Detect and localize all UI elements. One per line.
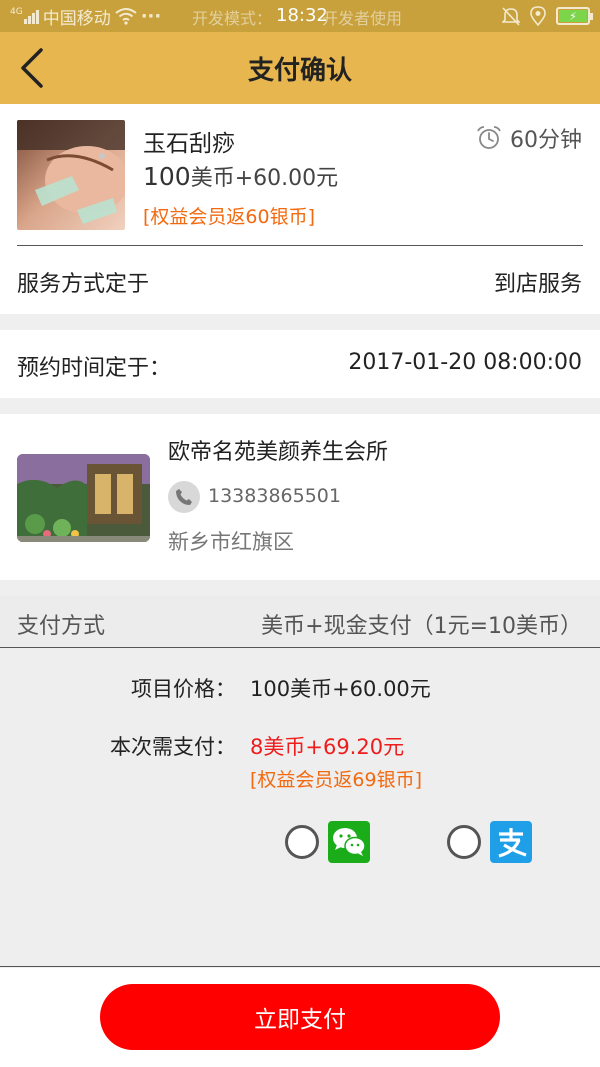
status-right: ⚡: [502, 0, 593, 32]
status-bar: 4G 中国移动 ··· 开发模式： 18:32 开发者使用 ⚡: [0, 0, 600, 32]
dev-use-label: 开发者使用: [322, 9, 403, 28]
network-badge: 4G: [10, 7, 23, 17]
service-price-rest: 美币+60.00元: [190, 166, 339, 191]
shop-card[interactable]: 欧帝名苑美颜养生会所 13383865501 新乡市红旗区: [0, 414, 600, 580]
payment-detail: 项目价格： 100美币+60.00元 本次需支付： 8美币+69.20元 [权益…: [0, 649, 600, 967]
battery-icon: ⚡: [556, 7, 593, 25]
service-duration-text: 60分钟: [510, 128, 582, 153]
page-title: 支付确认: [247, 55, 352, 86]
nav-header: 支付确认: [0, 32, 600, 104]
amount-due-value: 8美币+69.20元: [250, 735, 405, 759]
alarm-clock-icon: [477, 126, 501, 149]
service-price: 100美币+60.00元: [143, 160, 338, 192]
location-icon: [530, 6, 546, 26]
amount-due-rebate: [权益会员返69银币]: [250, 769, 423, 791]
bottom-bar: 立即支付: [0, 968, 600, 1067]
dev-mode-label: 开发模式：: [192, 9, 273, 28]
shop-phone[interactable]: 13383865501: [208, 485, 341, 507]
service-method-label: 服务方式定于: [17, 272, 150, 297]
divider: [17, 245, 583, 246]
item-price-value: 100美币+60.00元: [250, 677, 431, 701]
carrier-name: 中国移动: [42, 8, 111, 29]
signal-icon: 4G: [10, 8, 39, 24]
service-card: 玉石刮痧 60分钟 100美币+60.00元 [权益会员返60银币] 服务方式定…: [0, 104, 600, 314]
appointment-row[interactable]: 预约时间定于： 2017-01-20 08:00:00: [0, 330, 600, 398]
mute-bell-icon: [502, 7, 520, 26]
service-price-number: 100: [143, 162, 191, 191]
back-button[interactable]: [10, 42, 54, 94]
payment-method-row: 支付方式 美币+现金支付（1元=10美币）: [0, 596, 600, 648]
alipay-icon[interactable]: [490, 821, 532, 863]
pay-now-button[interactable]: 立即支付: [100, 984, 500, 1050]
wechat-pay-icon[interactable]: [328, 821, 370, 863]
alipay-radio[interactable]: [447, 825, 481, 859]
chevron-left-icon: [21, 48, 43, 88]
appointment-label: 预约时间定于：: [17, 356, 172, 381]
service-rebate: [权益会员返60银币]: [143, 206, 316, 228]
service-photo: [17, 120, 125, 230]
appointment-value: 2017-01-20 08:00:00: [348, 350, 582, 375]
service-duration: 60分钟: [476, 122, 582, 154]
more-indicator: ···: [140, 5, 162, 27]
service-name: 玉石刮痧: [143, 131, 235, 157]
shop-address: 新乡市红旗区: [168, 530, 294, 554]
service-method-value[interactable]: 到店服务: [494, 266, 582, 298]
shop-name: 欧帝名苑美颜养生会所: [168, 440, 389, 465]
shop-photo: [17, 454, 150, 542]
payment-method-value: 美币+现金支付（1元=10美币）: [261, 614, 582, 639]
battery-level: ⚡: [559, 10, 587, 23]
wifi-icon: [115, 8, 137, 25]
wechat-pay-radio[interactable]: [285, 825, 319, 859]
amount-due-label: 本次需支付：: [110, 735, 236, 759]
status-time: 18:32: [276, 5, 328, 26]
phone-icon[interactable]: [168, 481, 200, 513]
status-left: 4G 中国移动 ···: [10, 4, 161, 29]
item-price-label: 项目价格：: [131, 677, 236, 701]
payment-method-label: 支付方式: [17, 614, 106, 639]
